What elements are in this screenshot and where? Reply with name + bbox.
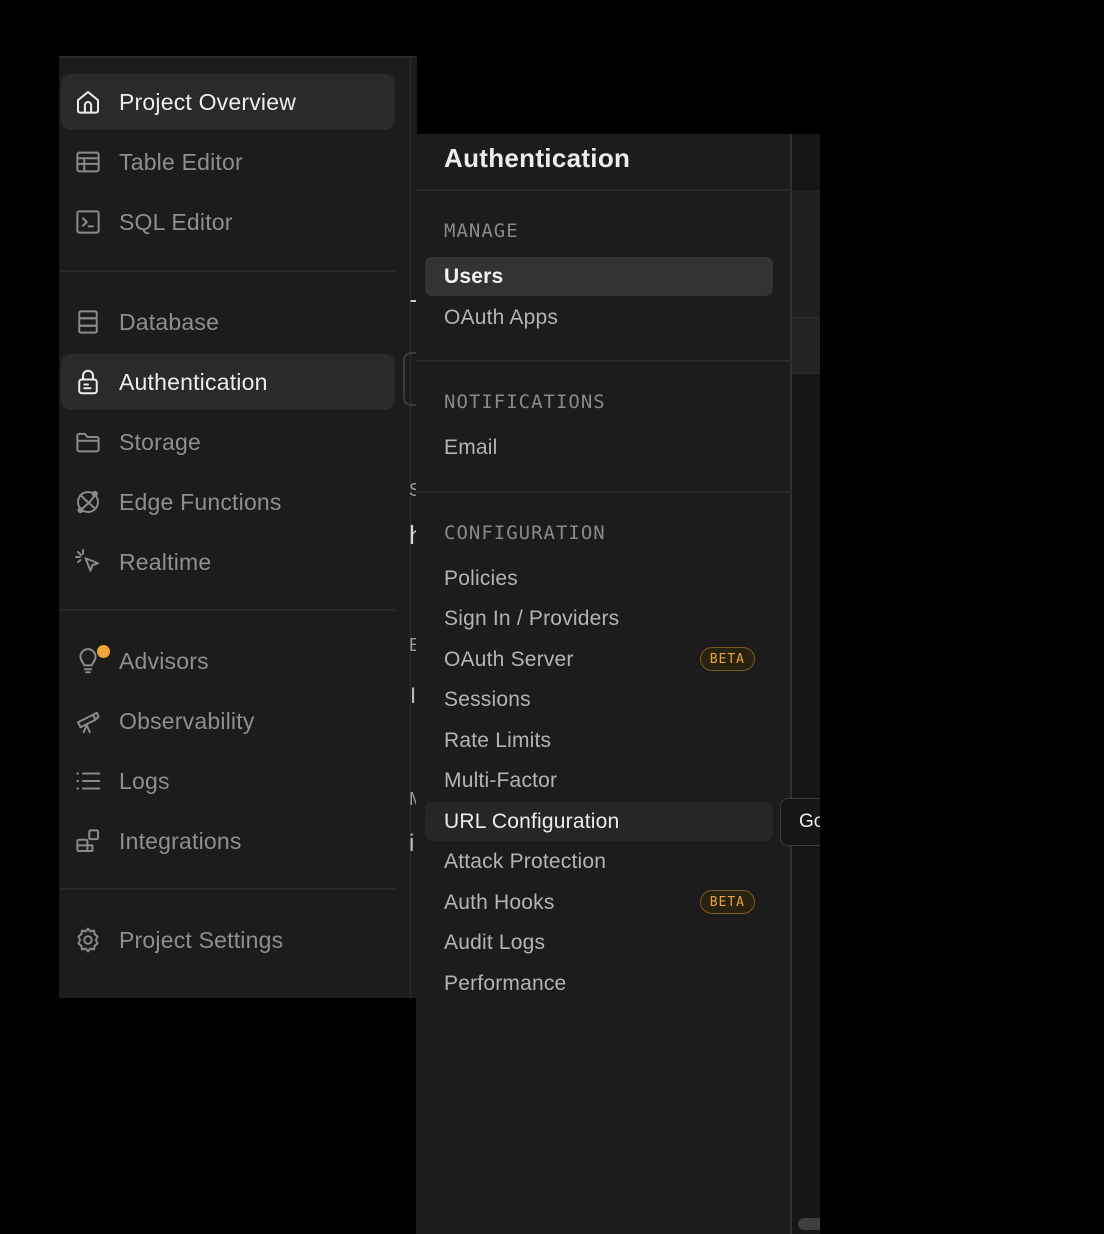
- submenu-item-label: Sign In / Providers: [444, 606, 620, 630]
- list-icon: [73, 766, 103, 796]
- submenu-item-label: OAuth Server: [444, 647, 574, 671]
- submenu-divider: [416, 491, 792, 493]
- submenu-divider: [416, 360, 792, 362]
- project-sidebar: Project Overview Table Editor SQL Editor…: [59, 56, 417, 998]
- nav-label: Project Overview: [119, 88, 297, 115]
- section-heading-notifications: NOTIFICATIONS: [444, 391, 606, 413]
- nav-label: Edge Functions: [119, 488, 282, 515]
- beta-badge: BETA: [699, 647, 755, 671]
- section-heading-manage: MANAGE: [444, 220, 519, 242]
- submenu-item-oauth-apps[interactable]: OAuth Apps: [425, 298, 773, 337]
- submenu-divider: [416, 189, 792, 191]
- background-text-fragment: i: [409, 830, 415, 857]
- submenu-item-sign-in-providers[interactable]: Sign In / Providers: [425, 599, 773, 638]
- nav-label: Logs: [119, 767, 170, 794]
- database-icon: [73, 307, 103, 337]
- nav-item-advisors[interactable]: Advisors: [61, 633, 395, 689]
- section-heading-configuration: CONFIGURATION: [444, 522, 606, 544]
- submenu-item-label: URL Configuration: [444, 809, 620, 833]
- nav-item-integrations[interactable]: Integrations: [61, 813, 395, 869]
- submenu-item-url-configuration[interactable]: URL Configuration: [425, 802, 773, 841]
- nav-label: Storage: [119, 428, 201, 455]
- submenu-item-email[interactable]: Email: [425, 428, 773, 467]
- main-content-edge: [792, 134, 820, 1234]
- submenu-item-label: OAuth Apps: [444, 305, 559, 329]
- nav-label: Integrations: [119, 827, 242, 854]
- submenu-item-label: Rate Limits: [444, 728, 552, 752]
- submenu-item-sessions[interactable]: Sessions: [425, 680, 773, 719]
- beta-badge: BETA: [699, 890, 755, 914]
- nav-item-project-overview[interactable]: Project Overview: [61, 74, 395, 130]
- nav-label: Advisors: [119, 647, 209, 674]
- nav-item-project-settings[interactable]: Project Settings: [61, 912, 395, 968]
- nav-label: Realtime: [119, 548, 212, 575]
- submenu-item-attack-protection[interactable]: Attack Protection: [425, 842, 773, 881]
- nav-item-realtime[interactable]: Realtime: [61, 534, 395, 590]
- globe-icon: [73, 487, 103, 517]
- submenu-item-performance[interactable]: Performance: [425, 964, 773, 1003]
- submenu-item-audit-logs[interactable]: Audit Logs: [425, 923, 773, 962]
- cursor-click-icon: [73, 547, 103, 577]
- submenu-title: Authentication: [444, 143, 631, 173]
- lock-icon: [73, 367, 103, 397]
- submenu-item-label: Audit Logs: [444, 930, 546, 954]
- submenu-item-label: Multi-Factor: [444, 768, 558, 792]
- nav-label: Database: [119, 308, 220, 335]
- content-toolbar-fragment: [792, 318, 820, 373]
- nav-item-observability[interactable]: Observability: [61, 693, 395, 749]
- blocks-icon: [73, 826, 103, 856]
- submenu-item-users[interactable]: Users: [425, 257, 773, 296]
- nav-label: Authentication: [119, 368, 268, 395]
- lightbulb-icon: [73, 645, 110, 676]
- notification-dot: [97, 645, 110, 658]
- nav-item-database[interactable]: Database: [61, 294, 395, 350]
- terminal-icon: [73, 207, 103, 237]
- nav-item-sql-editor[interactable]: SQL Editor: [61, 194, 395, 250]
- submenu-item-rate-limits[interactable]: Rate Limits: [425, 721, 773, 760]
- submenu-item-label: Users: [444, 264, 504, 288]
- horizontal-scrollbar[interactable]: [798, 1218, 820, 1230]
- submenu-item-label: Performance: [444, 971, 567, 995]
- nav-divider: [59, 270, 395, 272]
- nav-item-storage[interactable]: Storage: [61, 414, 395, 470]
- submenu-item-auth-hooks[interactable]: Auth Hooks BETA: [425, 883, 773, 922]
- submenu-item-label: Attack Protection: [444, 849, 607, 873]
- folder-icon: [73, 427, 103, 457]
- nav-divider: [59, 609, 395, 611]
- nav-label: SQL Editor: [119, 208, 233, 235]
- nav-item-edge-functions[interactable]: Edge Functions: [61, 474, 395, 530]
- content-divider: [792, 373, 820, 374]
- home-icon: [73, 87, 103, 117]
- submenu-item-label: Sessions: [444, 687, 531, 711]
- submenu-item-label: Email: [444, 435, 498, 459]
- gear-icon: [73, 925, 103, 955]
- nav-item-table-editor[interactable]: Table Editor: [61, 134, 395, 190]
- background-button-fragment: [403, 352, 417, 406]
- submenu-item-oauth-server[interactable]: OAuth Server BETA: [425, 640, 773, 679]
- content-header-fragment: [792, 190, 820, 317]
- nav-item-authentication[interactable]: Authentication: [61, 354, 395, 410]
- nav-label: Project Settings: [119, 926, 284, 953]
- tooltip-text: Go: [799, 811, 820, 832]
- submenu-item-label: Policies: [444, 566, 518, 590]
- nav-divider: [59, 888, 395, 890]
- auth-submenu: Authentication MANAGE Users OAuth Apps N…: [416, 134, 792, 1234]
- submenu-item-multi-factor[interactable]: Multi-Factor: [425, 761, 773, 800]
- table-icon: [73, 147, 103, 177]
- submenu-item-policies[interactable]: Policies: [425, 559, 773, 598]
- nav-item-logs[interactable]: Logs: [61, 753, 395, 809]
- submenu-item-label: Auth Hooks: [444, 890, 555, 914]
- nav-label: Observability: [119, 707, 255, 734]
- nav-label: Table Editor: [119, 148, 243, 175]
- tooltip: Go: [780, 798, 820, 846]
- telescope-icon: [73, 706, 103, 736]
